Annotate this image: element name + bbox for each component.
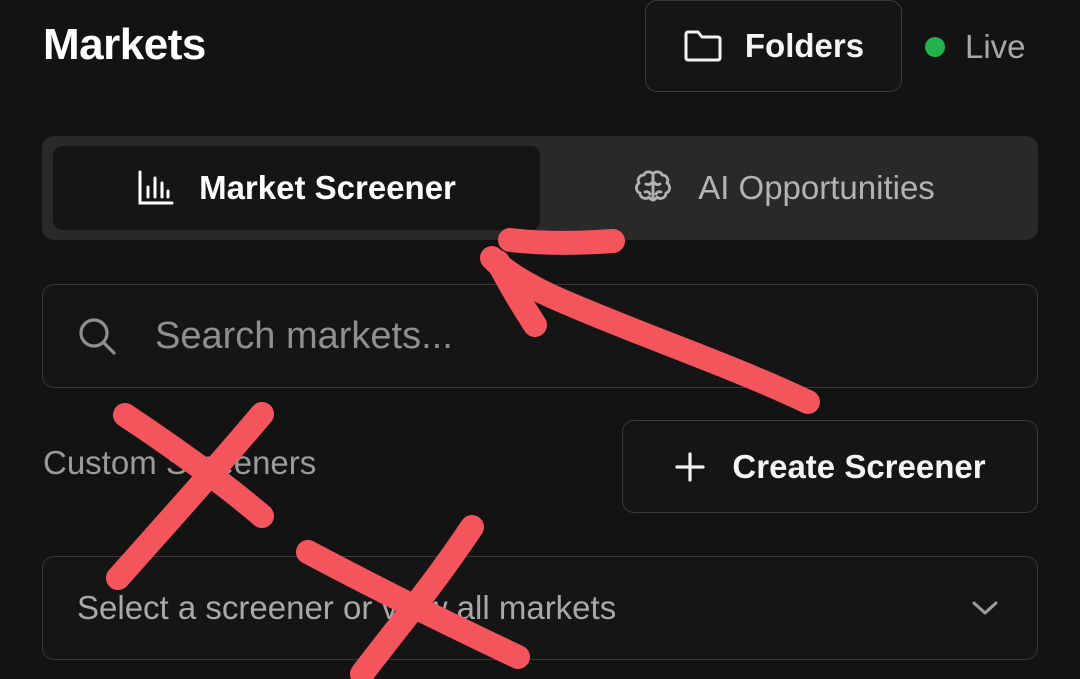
screener-select[interactable]: Select a screener or view all markets — [42, 556, 1038, 660]
bar-chart-icon — [137, 170, 175, 206]
screener-select-value: Select a screener or view all markets — [77, 589, 617, 626]
annotation-cross-1b — [106, 402, 274, 590]
search-box — [42, 284, 1038, 388]
live-label: Live — [965, 28, 1026, 65]
tab-label: Market Screener — [199, 169, 456, 206]
live-status: Live — [925, 26, 1026, 68]
custom-screeners-label: Custom Screeners — [43, 444, 317, 481]
tab-ai-opportunities[interactable]: AI Opportunities — [540, 146, 1027, 230]
search-icon — [77, 316, 117, 356]
brain-icon — [632, 168, 674, 208]
folder-icon — [683, 29, 723, 63]
folders-label: Folders — [744, 27, 865, 64]
create-screener-label: Create Screener — [732, 447, 986, 485]
chevron-down-icon — [971, 599, 999, 617]
plus-icon — [674, 451, 706, 483]
annotation-arrow-head-upper — [498, 228, 625, 255]
create-screener-button[interactable]: Create Screener — [622, 420, 1038, 513]
tab-label: AI Opportunities — [698, 169, 935, 206]
page-title: Markets — [43, 20, 206, 69]
search-input[interactable] — [153, 313, 1037, 359]
folders-button[interactable]: Folders — [645, 0, 902, 92]
live-indicator-dot — [925, 37, 945, 57]
view-tabs: Market Screener AI Opportunities — [42, 136, 1038, 240]
tab-market-screener[interactable]: Market Screener — [53, 146, 540, 230]
